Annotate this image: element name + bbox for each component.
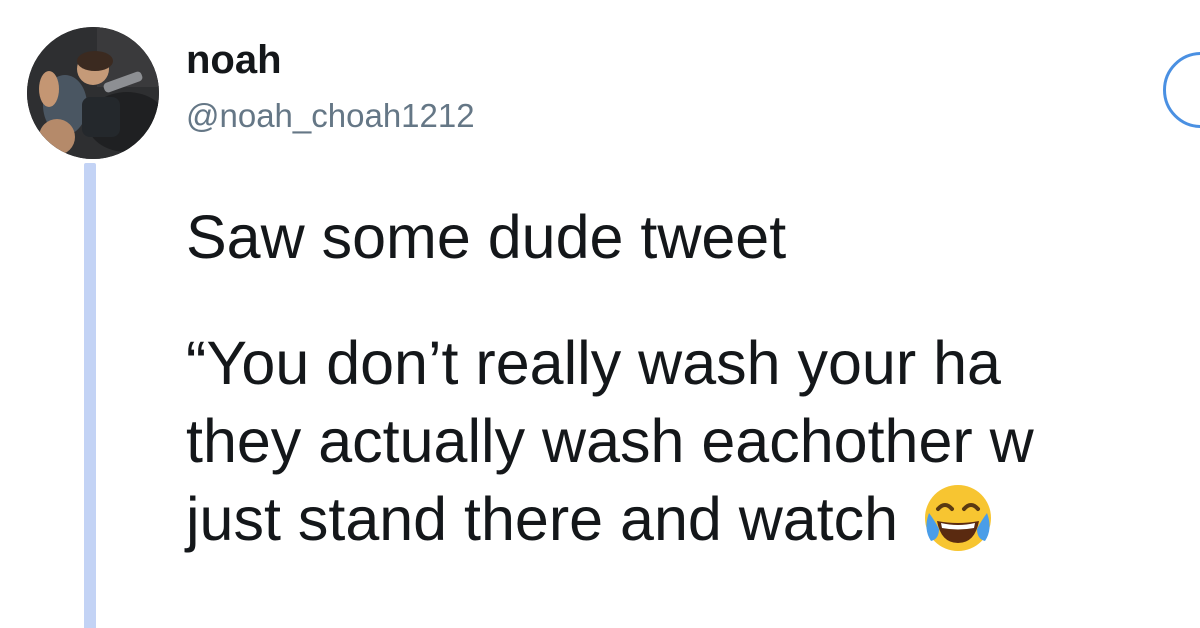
tweet-text-line-with-emoji: just stand there and watch	[186, 480, 1200, 558]
tweet-text-line: they actually wash eachother w	[186, 407, 1034, 475]
face-with-tears-of-joy-icon	[921, 481, 995, 555]
tweet-text-line: “You don’t really wash your ha	[186, 329, 1001, 397]
avatar[interactable]	[27, 27, 159, 159]
tweet-text-line: Saw some dude tweet	[186, 203, 787, 271]
thread-line	[84, 163, 96, 628]
tweet-text-line: just stand there and watch	[186, 485, 916, 553]
user-handle[interactable]: @noah_choah1212	[186, 96, 475, 136]
follow-button[interactable]	[1163, 52, 1200, 128]
avatar-photo	[27, 27, 159, 159]
tweet-card: noah @noah_choah1212 Saw some dude tweet…	[0, 0, 1200, 628]
tweet-text: Saw some dude tweet “You don’t really wa…	[186, 198, 1200, 558]
display-name[interactable]: noah	[186, 36, 282, 84]
